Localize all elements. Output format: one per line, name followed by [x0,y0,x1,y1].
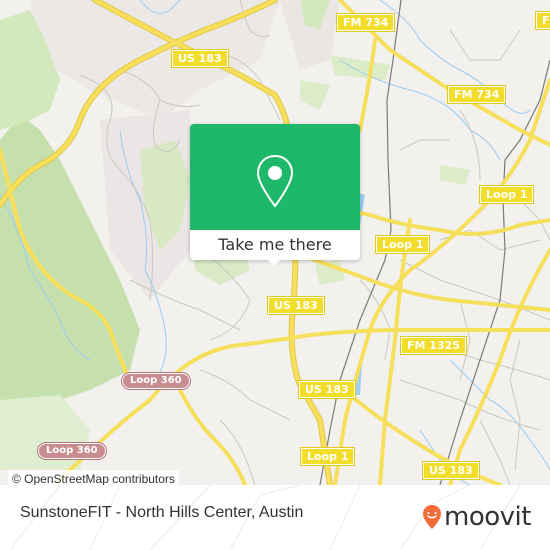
road-label-us183: US 183 [422,461,480,480]
footer-bar: SunstoneFIT - North Hills Center, Austin… [0,485,550,550]
map-view[interactable]: US 183 FM 734 FM 734 FM 734 Loop 1 Loop … [0,0,550,485]
park-area [440,165,470,185]
road-label-us183: US 183 [298,380,356,399]
road-label-us183: US 183 [267,296,325,315]
minor-road [399,139,450,151]
road-label-loop1: Loop 1 [374,235,431,254]
minor-road [509,339,521,471]
park-area [300,80,330,110]
arterial-road [358,38,377,132]
moovit-logo[interactable]: moovit [422,502,531,532]
take-me-there-button[interactable]: Take me there [190,230,360,260]
road-label-loop360: Loop 360 [37,442,107,460]
minor-road [399,379,541,431]
loop360-south-road [178,388,247,485]
place-name: SunstoneFIT - North Hills Center, Austin [20,504,304,521]
road-label-loop1: Loop 1 [478,185,535,204]
location-popup: Take me there [190,124,360,266]
map-pin-icon [256,154,294,208]
popup-header [190,124,360,230]
road-label-loop1: Loop 1 [299,447,356,466]
road-label-fm734: FM 734 [534,11,550,30]
minor-road [129,279,241,331]
moovit-smile-pin-icon [423,505,441,529]
popup-pointer [266,258,282,266]
moovit-wordmark: moovit [444,502,531,532]
minor-road [479,419,511,485]
creek [449,359,550,471]
map-attribution[interactable]: © OpenStreetMap contributors [8,470,179,485]
road-label-us183: US 183 [171,49,229,68]
road-label-loop360: Loop 360 [121,372,191,390]
park-area [330,55,390,80]
arterial-road [448,248,550,485]
minor-road [449,29,521,61]
road-label-fm734: FM 734 [335,13,396,32]
road-label-fm734: FM 734 [446,85,507,104]
road-label-fm1325: FM 1325 [400,336,467,355]
minor-road [199,369,291,421]
